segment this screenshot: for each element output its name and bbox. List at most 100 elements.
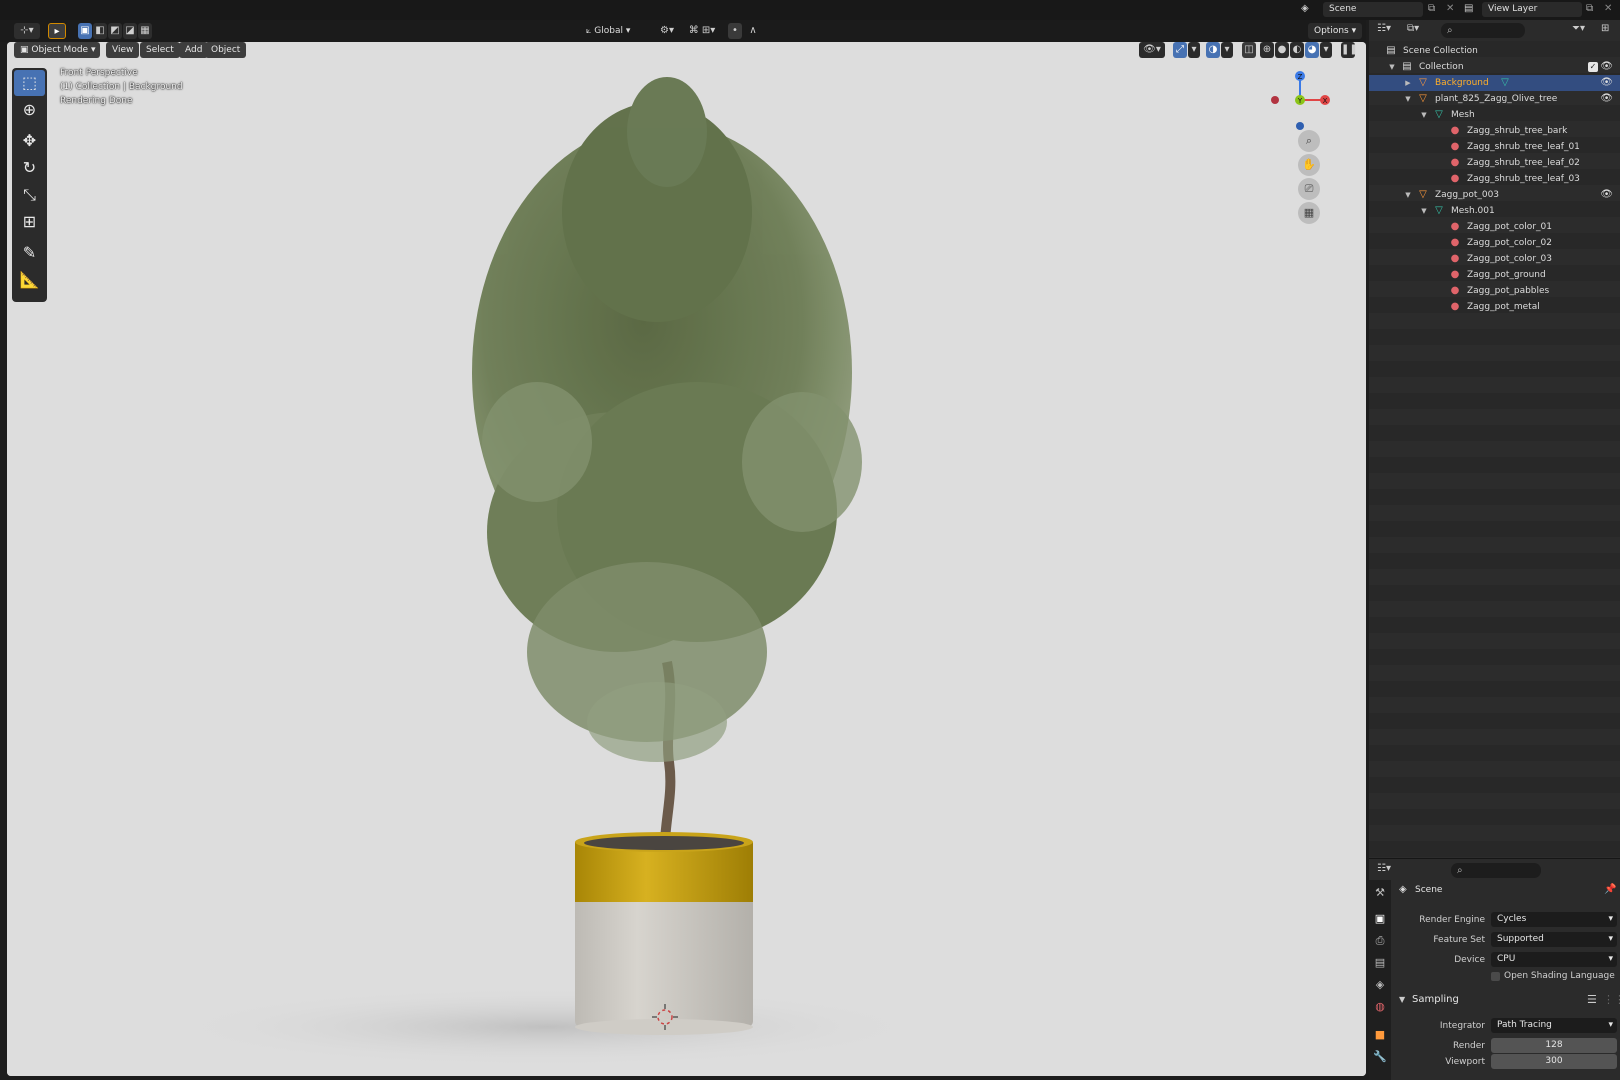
visibility-filter-icon[interactable]: 👁▾ (1139, 42, 1165, 58)
filter-icon[interactable]: ⏷▾ (1572, 23, 1585, 34)
tree-row-material[interactable]: ● Zagg_shrub_tree_leaf_02 (1369, 155, 1620, 171)
chevron-down-icon[interactable]: ▾ (1320, 42, 1332, 58)
tree-row-material[interactable]: ● Zagg_shrub_tree_leaf_03 (1369, 171, 1620, 187)
expand-arrow-icon[interactable]: ▼ (1419, 203, 1429, 219)
select-intersect-icon[interactable]: ▦ (138, 23, 152, 39)
editor-type-icon[interactable]: ⊹▾ (14, 23, 40, 39)
tree-row-material[interactable]: ● Zagg_shrub_tree_leaf_01 (1369, 139, 1620, 155)
snap-icon[interactable]: ⌘ ⊞▾ (682, 23, 722, 39)
pivot-point-icon[interactable]: ⚙▾ (655, 23, 679, 39)
render-engine-select[interactable]: Cycles ▾ (1491, 912, 1617, 927)
delete-scene-icon[interactable]: ✕ (1446, 3, 1454, 14)
presets-list-icon[interactable]: ☰ (1587, 993, 1597, 1006)
overlays-toggle-icon[interactable]: ◑ (1206, 42, 1220, 58)
expand-arrow-icon[interactable]: ▼ (1387, 59, 1397, 75)
tree-row-mesh-001[interactable]: ▼ ▽ Mesh.001 (1369, 203, 1620, 219)
tree-row-olive-tree[interactable]: ▼ ▽ plant_825_Zagg_Olive_tree 👁 (1369, 91, 1620, 107)
chevron-down-icon[interactable]: ▾ (1221, 42, 1233, 58)
delete-view-layer-icon[interactable]: ✕ (1604, 3, 1612, 14)
feature-set-select[interactable]: Supported ▾ (1491, 932, 1617, 947)
move-tool-icon[interactable]: ✥ (14, 128, 45, 154)
3d-viewport[interactable]: ▣ Object Mode ▾ View Select Add Object 👁… (7, 42, 1366, 1076)
tree-row-material[interactable]: ● Zagg_pot_color_02 (1369, 235, 1620, 251)
editor-type-icon[interactable]: ☷▾ (1377, 863, 1391, 874)
select-new-icon[interactable]: ▣ (78, 23, 92, 39)
scene-selector[interactable]: Scene (1323, 2, 1423, 17)
expand-arrow-icon[interactable]: ▼ (1403, 187, 1413, 203)
menu-view[interactable]: View (106, 42, 140, 58)
pin-icon[interactable]: 📌 (1604, 884, 1616, 895)
tree-row-material[interactable]: ● Zagg_shrub_tree_bark (1369, 123, 1620, 139)
device-select[interactable]: CPU ▾ (1491, 952, 1617, 967)
camera-view-icon[interactable]: ⎚ (1298, 178, 1320, 200)
proportional-edit-icon[interactable]: • (728, 23, 742, 39)
perspective-grid-icon[interactable]: ▦ (1298, 202, 1320, 224)
falloff-icon[interactable]: ∧ (745, 23, 761, 39)
new-scene-icon[interactable]: ⧉ (1428, 3, 1435, 14)
tree-row-pot[interactable]: ▼ ▽ Zagg_pot_003 👁 (1369, 187, 1620, 203)
pause-render-icon[interactable]: ❚❚ (1341, 42, 1358, 58)
tree-row-mesh[interactable]: ▼ ▽ Mesh (1369, 107, 1620, 123)
new-collection-icon[interactable]: ⊞ (1601, 23, 1609, 34)
tree-row-background[interactable]: ▶ ▽ Background ▽ 👁 (1369, 75, 1620, 91)
expand-arrow-icon[interactable]: ▶ (1403, 75, 1413, 91)
eye-icon[interactable]: 👁 (1600, 187, 1613, 203)
view-layer-icon[interactable]: ▤ (1464, 3, 1473, 14)
transform-tool-icon[interactable]: ⊞ (14, 209, 45, 235)
view-layer-mode-icon[interactable]: ⧉▾ (1407, 23, 1419, 34)
gizmo-toggle-icon[interactable]: ⤢ (1173, 42, 1187, 58)
rotate-tool-icon[interactable]: ↻ (14, 155, 45, 181)
display-mode-icon[interactable]: ☷▾ (1377, 23, 1391, 34)
tree-row-scene-collection[interactable]: ▤ Scene Collection (1369, 43, 1620, 59)
tool-tab-icon[interactable]: ⚒ (1372, 884, 1388, 902)
integrator-select[interactable]: Path Tracing ▾ (1491, 1018, 1617, 1033)
select-subtract-icon[interactable]: ◩ (108, 23, 122, 39)
new-view-layer-icon[interactable]: ⧉ (1586, 3, 1593, 14)
tree-row-material[interactable]: ● Zagg_pot_color_03 (1369, 251, 1620, 267)
scale-tool-icon[interactable]: ⤡ (14, 182, 45, 208)
cursor-tool-icon[interactable]: ⊕ (14, 97, 45, 123)
eye-icon[interactable]: 👁 (1600, 59, 1613, 75)
sampling-panel-label[interactable]: Sampling (1412, 994, 1459, 1005)
tree-row-collection[interactable]: ▼ ▤ Collection ✓ 👁 (1369, 59, 1620, 75)
measure-tool-icon[interactable]: 📐 (14, 267, 45, 293)
outliner-search-input[interactable]: ⌕ (1441, 23, 1525, 38)
mode-selector[interactable]: ▣ Object Mode ▾ (14, 42, 100, 58)
menu-select[interactable]: Select (140, 42, 180, 58)
select-invert-icon[interactable]: ◪ (123, 23, 137, 39)
expand-arrow-icon[interactable]: ▼ (1403, 91, 1413, 107)
transform-orientation[interactable]: ⟀ Global ▾ (586, 23, 630, 39)
xray-toggle-icon[interactable]: ◫ (1242, 42, 1256, 58)
viewport-samples-field[interactable]: 300 (1491, 1054, 1617, 1069)
options-dropdown[interactable]: Options ▾ (1308, 23, 1363, 39)
solid-shading-icon[interactable]: ● (1275, 42, 1289, 58)
expand-arrow-icon[interactable]: ▼ (1419, 107, 1429, 123)
scene-icon[interactable]: ◈ (1301, 3, 1315, 17)
tree-row-material[interactable]: ● Zagg_pot_pabbles (1369, 283, 1620, 299)
collapse-arrow-icon[interactable]: ▼ (1399, 995, 1405, 1004)
exclude-checkbox[interactable]: ✓ (1588, 62, 1598, 72)
properties-search-input[interactable]: ⌕ (1451, 863, 1541, 878)
drag-handle-icon[interactable]: ⋮⋮ (1603, 993, 1620, 1006)
render-samples-field[interactable]: 128 (1491, 1038, 1617, 1053)
menu-object[interactable]: Object (205, 42, 247, 58)
view-layer-selector[interactable]: View Layer (1482, 2, 1582, 17)
pan-hand-icon[interactable]: ✋ (1298, 154, 1320, 176)
tree-row-material[interactable]: ● Zagg_pot_ground (1369, 267, 1620, 283)
osl-checkbox[interactable] (1491, 972, 1500, 981)
tree-row-material[interactable]: ● Zagg_pot_metal (1369, 299, 1620, 315)
select-box-icon[interactable]: ⬚ (14, 70, 45, 96)
wireframe-shading-icon[interactable]: ⊕ (1260, 42, 1274, 58)
scene-tab-icon[interactable]: ◈ (1372, 976, 1388, 994)
material-shading-icon[interactable]: ◐ (1290, 42, 1304, 58)
eye-icon[interactable]: 👁 (1600, 91, 1613, 107)
zoom-icon[interactable]: ⌕ (1298, 130, 1320, 152)
select-extend-icon[interactable]: ◧ (93, 23, 107, 39)
world-tab-icon[interactable]: ◍ (1372, 998, 1388, 1016)
eye-icon[interactable]: 👁 (1600, 75, 1613, 91)
annotate-tool-icon[interactable]: ✎ (14, 240, 45, 266)
tree-row-material[interactable]: ● Zagg_pot_color_01 (1369, 219, 1620, 235)
rendered-shading-icon[interactable]: ◕ (1305, 42, 1319, 58)
select-tool-icon[interactable]: ▸ (48, 23, 66, 39)
chevron-down-icon[interactable]: ▾ (1188, 42, 1200, 58)
